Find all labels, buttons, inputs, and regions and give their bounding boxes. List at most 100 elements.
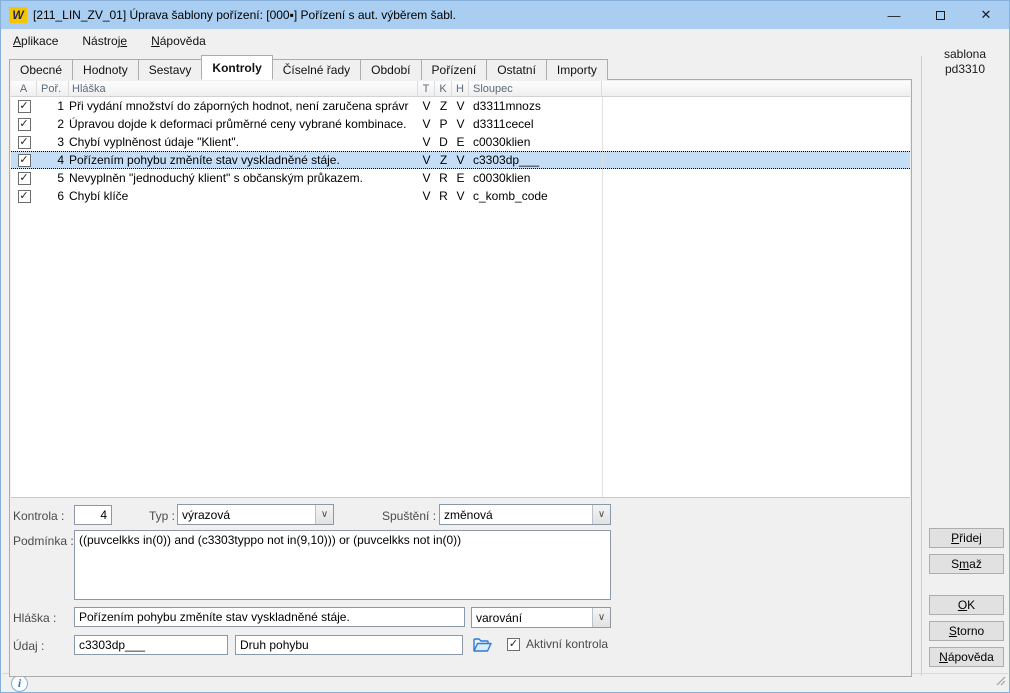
menu-napoveda[interactable]: Nápověda [143,31,214,51]
typ-label: Typ : [149,509,175,523]
table-row[interactable]: ✓ 3 Chybí vyplněnost údaje "Klient". V D… [11,133,910,151]
column-header-t[interactable]: T [418,81,435,96]
chevron-down-icon[interactable]: ∨ [315,505,333,524]
menu-nastroje[interactable]: Nástroje [74,31,135,51]
ok-button[interactable]: OK [929,595,1004,615]
table-header-row: A Poř. Hláška T K H Sloupec [11,81,910,97]
row-number: 5 [37,171,69,185]
resize-grip[interactable] [996,675,1006,689]
tab-sestavy[interactable]: Sestavy [138,59,203,80]
typ-select[interactable]: výrazová ∨ [177,504,334,525]
tab-obdobi[interactable]: Období [360,59,421,80]
chevron-down-icon[interactable]: ∨ [592,608,610,627]
row-active-checkbox[interactable]: ✓ [18,172,31,185]
template-name: sablona [922,47,1008,62]
severity-select[interactable]: varování ∨ [471,607,611,628]
udaj-label: Údaj : [13,639,44,653]
row-h-flag: E [452,171,469,185]
tab-kontroly[interactable]: Kontroly [201,55,272,80]
table-row-selected[interactable]: ✓ 4 Pořízením pohybu změníte stav vyskla… [11,151,910,169]
row-column-name: d3311mnozs [469,99,602,113]
kontrola-label: Kontrola : [13,509,64,523]
chevron-down-icon[interactable]: ∨ [592,505,610,524]
column-header-k[interactable]: K [435,81,452,96]
close-button[interactable]: ✕ [963,1,1009,29]
pridej-button[interactable]: Přidej [929,528,1004,548]
tab-ciselne-rady[interactable]: Číselné řady [272,59,361,80]
menu-bar: Aplikace Nástroje Nápověda [1,29,1009,52]
udaj-desc-input[interactable] [235,635,463,655]
column-header-a[interactable]: A [11,81,37,96]
menu-aplikace[interactable]: Aplikace [5,31,66,51]
row-active-checkbox[interactable]: ✓ [18,118,31,131]
grid-column-separator [602,97,603,497]
column-header-empty [602,81,910,96]
column-header-sloupec[interactable]: Sloupec [469,81,602,96]
open-folder-icon[interactable] [472,635,493,655]
row-k-flag: R [435,171,452,185]
tab-importy[interactable]: Importy [546,59,608,80]
aktivni-kontrola-checkline: ✓ Aktivní kontrola [507,637,608,651]
row-column-name: c0030klien [469,171,602,185]
row-message: Při vydání množství do záporných hodnot,… [69,99,418,113]
template-info: sablona pd3310 [922,47,1008,77]
column-header-hlaska[interactable]: Hláška [69,81,418,96]
row-number: 2 [37,117,69,131]
column-header-h[interactable]: H [452,81,469,96]
window-title: [211_LIN_ZV_01] Úprava šablony pořízení:… [33,8,456,22]
tab-ostatni[interactable]: Ostatní [486,59,547,80]
row-h-flag: V [452,117,469,131]
column-header-por[interactable]: Poř. [37,81,69,96]
row-h-flag: E [452,135,469,149]
table-row[interactable]: ✓ 1 Při vydání množství do záporných hod… [11,97,910,115]
storno-button[interactable]: Storno [929,621,1004,641]
row-message: Úpravou dojde k deformaci průměrné ceny … [69,117,418,131]
napoveda-button[interactable]: Nápověda [929,647,1004,667]
hlaska-text-input[interactable] [74,607,465,627]
tab-hodnoty[interactable]: Hodnoty [72,59,139,80]
row-message: Pořízením pohybu změníte stav vyskladněn… [69,153,418,167]
row-k-flag: Z [435,99,452,113]
row-number: 1 [37,99,69,113]
checks-table: A Poř. Hláška T K H Sloupec ✓ 1 Při vydá… [11,81,910,498]
aktivni-kontrola-label: Aktivní kontrola [526,637,608,651]
table-row[interactable]: ✓ 5 Nevyplněn "jednoduchý klient" s obča… [11,169,910,187]
row-active-checkbox[interactable]: ✓ [18,154,31,167]
table-row[interactable]: ✓ 2 Úpravou dojde k deformaci průměrné c… [11,115,910,133]
maximize-button[interactable] [917,1,963,29]
app-logo-icon: W [9,7,27,23]
row-t-flag: V [418,171,435,185]
aktivni-kontrola-checkbox[interactable]: ✓ [507,638,520,651]
table-row[interactable]: ✓ 6 Chybí klíče V R V c_komb_code [11,187,910,205]
podminka-textarea[interactable]: ((puvcelkks in(0)) and (c3303typpo not i… [74,530,611,600]
row-active-checkbox[interactable]: ✓ [18,190,31,203]
kontrola-number-input[interactable] [74,505,112,525]
side-panel-divider [921,56,922,676]
tab-obecne[interactable]: Obecné [9,59,73,80]
spusteni-select[interactable]: změnová ∨ [439,504,611,525]
row-t-flag: V [418,135,435,149]
row-message: Nevyplněn "jednoduchý klient" s občanský… [69,171,418,185]
podminka-label: Podmínka : [13,534,74,548]
row-t-flag: V [418,117,435,131]
spusteni-label: Spuštění : [382,509,436,523]
udaj-code-input[interactable] [74,635,228,655]
tab-strip: Obecné Hodnoty Sestavy Kontroly Číselné … [9,55,607,80]
row-active-checkbox[interactable]: ✓ [18,100,31,113]
row-t-flag: V [418,99,435,113]
row-active-checkbox[interactable]: ✓ [18,136,31,149]
row-number: 4 [37,153,69,167]
smaz-button[interactable]: Smaž [929,554,1004,574]
row-h-flag: V [452,153,469,167]
maximize-icon [936,11,945,20]
row-t-flag: V [418,153,435,167]
hlaska-label: Hláška : [13,611,56,625]
minimize-button[interactable]: — [871,1,917,29]
row-h-flag: V [452,189,469,203]
row-k-flag: R [435,189,452,203]
tab-porizeni[interactable]: Pořízení [421,59,488,80]
row-number: 3 [37,135,69,149]
application-window: W [211_LIN_ZV_01] Úprava šablony pořízen… [0,0,1010,693]
row-column-name: c0030klien [469,135,602,149]
info-icon[interactable]: i [11,675,28,692]
